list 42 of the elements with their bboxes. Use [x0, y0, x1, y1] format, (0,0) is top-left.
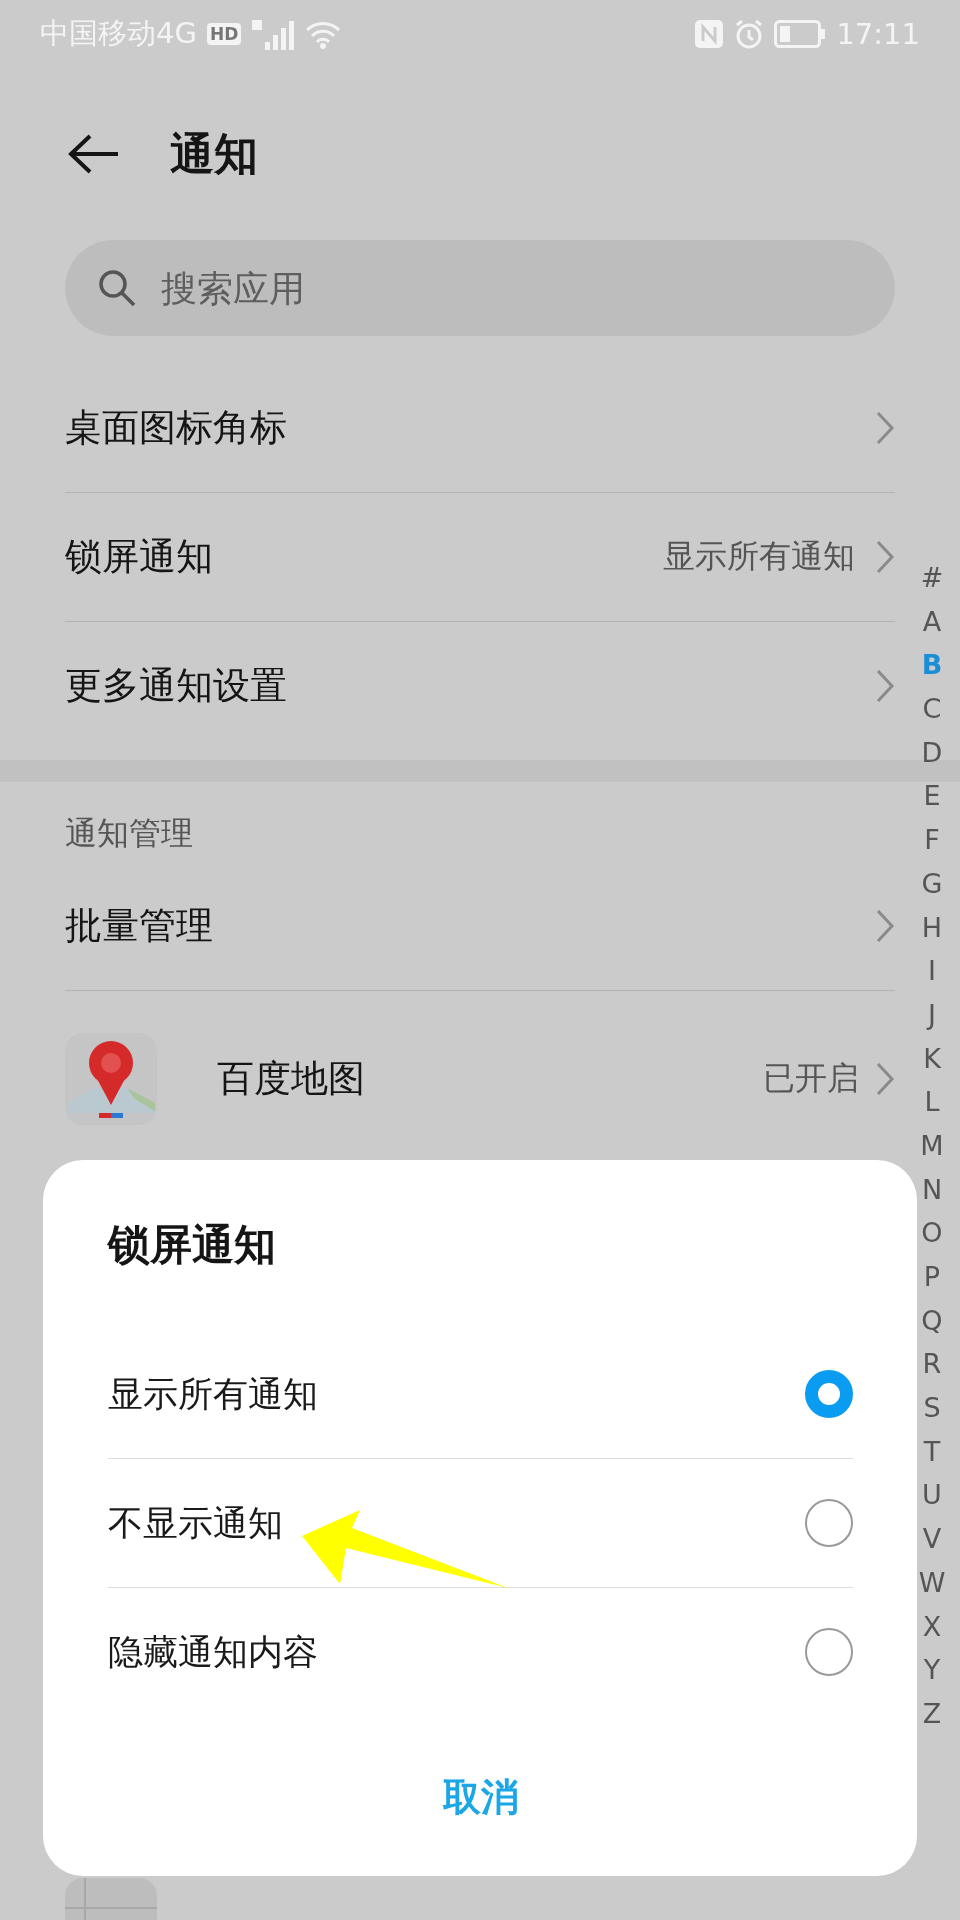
index-letter[interactable]: T [923, 1429, 941, 1474]
index-letter[interactable]: E [923, 774, 941, 819]
index-letter[interactable]: X [922, 1604, 942, 1649]
index-letter[interactable]: G [921, 861, 943, 906]
radio-option[interactable]: 显示所有通知 [108, 1330, 853, 1459]
page-title: 通知 [170, 126, 258, 181]
index-letter[interactable]: C [922, 687, 942, 731]
search-field[interactable]: 搜索应用 [65, 240, 895, 336]
index-letter[interactable]: L [924, 1080, 940, 1124]
index-letter[interactable]: O [921, 1211, 943, 1255]
settings-row[interactable]: 桌面图标角标 [65, 364, 895, 493]
hd-badge: HD [206, 23, 242, 45]
app-status: 已开启 [763, 1058, 859, 1099]
index-letter[interactable]: K [923, 1036, 941, 1081]
index-letter[interactable]: W [918, 1560, 946, 1605]
setting-value: 显示所有通知 [663, 536, 855, 577]
index-letter[interactable]: Q [921, 1298, 943, 1343]
index-letter[interactable]: J [928, 992, 936, 1037]
index-letter[interactable]: R [922, 1342, 942, 1387]
index-letter[interactable]: M [920, 1123, 944, 1168]
index-letter[interactable]: S [923, 1386, 941, 1430]
index-letter[interactable]: A [922, 599, 942, 644]
cancel-button[interactable]: 取消 [412, 1762, 549, 1833]
index-letter[interactable]: N [921, 1167, 943, 1212]
index-letter[interactable]: Z [922, 1691, 942, 1736]
index-letter[interactable]: I [928, 949, 936, 993]
settings-row[interactable]: 批量管理 [65, 862, 895, 991]
section-title: 通知管理 [65, 813, 194, 854]
index-letter[interactable]: P [923, 1255, 941, 1299]
settings-row[interactable]: 更多通知设置 [65, 622, 895, 750]
app-name: 百度地图 [217, 1056, 366, 1102]
index-letter[interactable]: F [924, 818, 940, 862]
radio-option[interactable]: 隐藏通知内容 [108, 1588, 853, 1716]
index-letter[interactable]: V [922, 1517, 942, 1561]
index-letter[interactable]: H [921, 905, 943, 950]
app-row[interactable]: 百度地图 已开启 [65, 991, 895, 1167]
settings-row[interactable]: 锁屏通知 显示所有通知 [65, 493, 895, 622]
index-letter[interactable]: U [922, 1473, 942, 1518]
index-letter[interactable]: # [920, 556, 944, 600]
index-letter[interactable]: D [921, 730, 943, 775]
index-letter[interactable]: Y [923, 1648, 941, 1692]
dialog-title: 锁屏通知 [108, 1219, 276, 1271]
